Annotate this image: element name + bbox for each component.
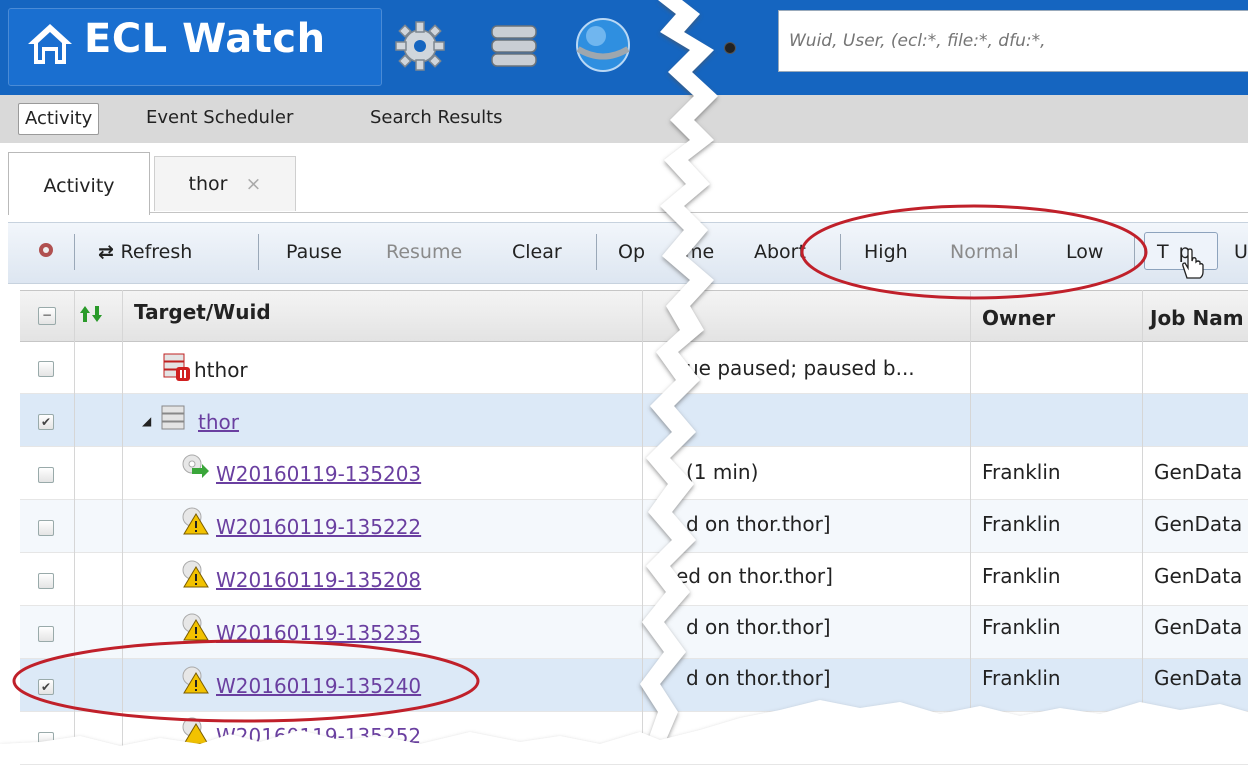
low-priority-button[interactable]: Low (1066, 238, 1103, 266)
refresh-button[interactable]: ⇄ Refresh (98, 238, 192, 266)
normal-priority-button[interactable]: Normal (950, 238, 1019, 266)
toolbar-separator (74, 234, 75, 270)
workunit-warning-icon (180, 506, 210, 540)
row-job: GenData (1154, 564, 1243, 588)
top-button-label: T (1157, 241, 1169, 263)
resume-button[interactable]: Resume (386, 238, 462, 266)
row-state: d on thor.thor] (686, 615, 831, 639)
row-owner: Franklin (982, 460, 1061, 484)
globe-icon[interactable] (572, 14, 634, 80)
row-checkbox[interactable] (38, 732, 54, 748)
row-target: hthor (194, 358, 248, 382)
more-button-partial[interactable]: U (1234, 238, 1248, 266)
column-divider (74, 290, 75, 759)
row-checkbox[interactable]: ✔ (38, 414, 54, 430)
column-divider (1142, 290, 1143, 759)
tab-activity[interactable]: Activity (8, 152, 150, 215)
search-input[interactable] (779, 11, 1248, 71)
workunit-link[interactable]: W20160119-135235 (216, 621, 421, 645)
server-paused-icon (162, 352, 192, 386)
row-checkbox[interactable] (38, 361, 54, 377)
row-state: (1 min) (686, 460, 759, 484)
server-icon (160, 404, 188, 436)
gear-small-icon[interactable] (36, 240, 56, 264)
row-job: GenData (1154, 512, 1243, 536)
workunit-link[interactable]: W20160119-135208 (216, 568, 421, 592)
pause-button[interactable]: Pause (286, 238, 342, 266)
workunit-warning-icon (180, 612, 210, 646)
gear-icon[interactable] (392, 18, 448, 78)
row-checkbox[interactable] (38, 626, 54, 642)
clear-button[interactable]: Clear (512, 238, 562, 266)
refresh-label: Refresh (120, 241, 193, 263)
row-state: d on thor.thor] (686, 666, 831, 690)
workunit-warning-icon (180, 559, 210, 593)
home-icon[interactable] (26, 22, 74, 70)
toolbar-separator (596, 234, 597, 270)
nav-activity[interactable]: Activity (18, 103, 100, 135)
close-icon[interactable]: × (246, 173, 262, 195)
workunit-running-icon (180, 452, 210, 486)
workunit-warning-icon (180, 716, 210, 750)
workunit-link[interactable]: W20160119-135222 (216, 515, 421, 539)
hand-cursor-icon (1178, 248, 1208, 284)
row-owner: Franklin (982, 666, 1061, 690)
header-owner[interactable]: Owner (982, 306, 1055, 330)
header-jobname[interactable]: Job Nam (1150, 306, 1244, 330)
toolbar-separator (840, 234, 841, 270)
toolbar-separator (258, 234, 259, 270)
column-divider (970, 290, 971, 759)
row-checkbox[interactable]: ✔ (38, 679, 54, 695)
row-state: d on thor.thor] (686, 512, 831, 536)
column-divider (642, 290, 643, 759)
status-dot-icon (724, 42, 736, 54)
app-title: ECL Watch (84, 16, 326, 62)
select-all-checkbox[interactable]: − (38, 307, 56, 325)
nav-event-scheduler[interactable]: Event Scheduler (140, 103, 299, 133)
tab-thor-label: thor (188, 173, 228, 195)
workunit-link[interactable]: W20160119-135203 (216, 462, 421, 486)
open-button-partial[interactable]: Op (618, 238, 645, 266)
refresh-icon: ⇄ (98, 241, 121, 263)
search-box[interactable] (778, 10, 1248, 72)
row-target-link[interactable]: thor (198, 410, 239, 434)
row-job: GenData (1154, 666, 1243, 690)
row-checkbox[interactable] (38, 520, 54, 536)
toolbar-separator (1134, 234, 1135, 270)
row-state: ed on thor.thor] (676, 564, 833, 588)
row-state: ue paused; paused b... (686, 356, 915, 380)
workunit-link[interactable]: W20160119-135252 (216, 724, 421, 748)
abort-button[interactable]: Abort (754, 238, 806, 266)
nav-search-results[interactable]: Search Results (364, 103, 509, 133)
subtab-divider (8, 212, 1248, 213)
row-owner: Franklin (982, 564, 1061, 588)
row-job: GenData (1154, 615, 1243, 639)
row-job: GenData (1154, 460, 1243, 484)
sort-priority-icon[interactable] (80, 304, 104, 328)
database-icon[interactable] (488, 20, 540, 76)
resume-button-partial[interactable]: me (684, 238, 714, 266)
row-owner: Franklin (982, 512, 1061, 536)
workunit-warning-icon (180, 665, 210, 699)
row-checkbox[interactable] (38, 467, 54, 483)
expand-arrow-icon[interactable]: ◢ (142, 414, 151, 428)
tab-thor[interactable]: thor × (154, 156, 296, 211)
row-checkbox[interactable] (38, 573, 54, 589)
column-divider (122, 290, 123, 759)
workunit-link[interactable]: W20160119-135240 (216, 674, 421, 698)
header-target-wuid[interactable]: Target/Wuid (134, 300, 271, 324)
high-priority-button[interactable]: High (864, 238, 908, 266)
row-owner: Franklin (982, 615, 1061, 639)
